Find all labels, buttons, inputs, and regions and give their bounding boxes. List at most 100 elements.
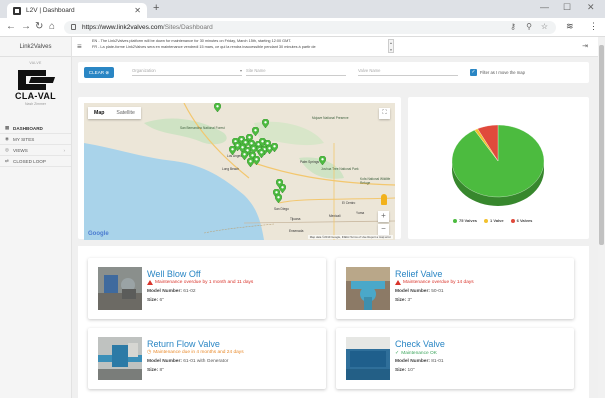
url-path: /Sites/Dashboard <box>162 24 213 31</box>
valve-marker-icon[interactable] <box>257 149 265 158</box>
sidebar-item-my-sites[interactable]: ◉ MY SITES <box>0 134 71 145</box>
chart-legend: 75 Valves 1 Valve 6 Valves <box>453 218 532 223</box>
size-value: 8" <box>159 368 164 373</box>
pegman-icon[interactable] <box>381 194 387 205</box>
valve-photo <box>346 337 390 380</box>
valve-name[interactable]: Return Flow Valve <box>147 339 220 349</box>
valve-marker-icon[interactable] <box>318 156 326 165</box>
valve-name[interactable]: Check Valve <box>395 339 445 349</box>
reload-icon[interactable]: ↻ <box>35 21 43 32</box>
new-tab-icon[interactable]: + <box>153 2 159 14</box>
fullscreen-icon[interactable]: ⛶ <box>379 108 390 119</box>
logo: VALVE CLA-VAL Nash Zimmer <box>4 61 67 123</box>
valve-marker-icon[interactable] <box>246 158 254 167</box>
sidebar-item-views[interactable]: ◎ VIEWS › <box>0 145 71 156</box>
chart-card: 75 Valves 1 Valve 6 Valves <box>408 97 589 239</box>
minimize-icon[interactable]: — <box>540 2 549 12</box>
valve-marker-icon[interactable] <box>275 179 283 188</box>
valve-marker-icon[interactable] <box>251 127 259 136</box>
valve-card[interactable]: Relief Valve Maintenance overdue by 14 d… <box>336 258 574 319</box>
model-label: Model Number: <box>147 359 182 364</box>
zoom-out-button[interactable]: − <box>378 224 389 235</box>
size-label: Size: <box>147 368 159 373</box>
organization-placeholder: Organization <box>132 68 156 73</box>
legend-item-2[interactable]: 6 Valves <box>510 218 532 223</box>
url-input[interactable]: https://www.link2valves.com/Sites/Dashbo… <box>64 21 556 34</box>
valve-name[interactable]: Relief Valve <box>395 269 442 279</box>
sidebar-menu: ▦ DASHBOARD ◉ MY SITES ◎ VIEWS › ⇄ CLOSED LOO… <box>0 123 71 167</box>
back-icon[interactable]: ← <box>6 21 16 32</box>
satellite-tab[interactable]: Satellite <box>110 107 140 119</box>
scrollbar-thumb[interactable] <box>599 45 604 245</box>
map-filter-checkbox[interactable]: ✓ <box>470 69 477 76</box>
map[interactable]: Mojave National Preserve San Bernardino … <box>84 103 395 240</box>
organization-select[interactable]: Organization ▾ <box>132 68 242 76</box>
browser-tab[interactable]: L2V | Dashboard ✕ <box>7 3 147 18</box>
valve-card[interactable]: Well Blow Off Maintenance overdue by 1 m… <box>88 258 326 319</box>
valve-marker-icon[interactable] <box>213 103 221 112</box>
star-icon[interactable]: ☆ <box>541 22 548 31</box>
map-label-mojave: Mojave National Preserve <box>312 116 349 120</box>
valve-card[interactable]: Return Flow Valve ◷ Maintenance due in 4 … <box>88 328 326 389</box>
sidebar-item-closed-loop[interactable]: ⇄ CLOSED LOOP <box>0 156 71 167</box>
home-icon[interactable]: ⌂ <box>49 21 55 32</box>
valve-photo <box>346 267 390 310</box>
site-name-input[interactable]: Site Name <box>246 68 346 76</box>
page-scrollbar[interactable] <box>598 37 605 398</box>
hamburger-icon[interactable]: ≡ <box>77 42 82 51</box>
extension-icon[interactable]: ≋ <box>566 21 574 32</box>
model-label: Model Number: <box>395 289 430 294</box>
size-value: 6" <box>159 298 164 303</box>
valve-marker-icon[interactable] <box>274 194 282 203</box>
map-label-sandiego: San Diego <box>274 207 289 211</box>
legend-item-0[interactable]: 75 Valves <box>453 218 477 223</box>
chevron-down-icon: ▾ <box>239 68 242 73</box>
valve-name[interactable]: Well Blow Off <box>147 269 201 279</box>
zoom-icon[interactable]: ⚲ <box>526 22 532 31</box>
close-circle-icon: ⊗ <box>105 69 110 75</box>
valve-marker-icon[interactable] <box>261 119 269 128</box>
key-icon[interactable]: ⚷ <box>510 22 516 31</box>
loop-icon: ⇄ <box>5 158 9 163</box>
map-label-joshuatree: Joshua Tree National Park <box>321 167 359 171</box>
legend-item-1[interactable]: 1 Valve <box>484 218 504 223</box>
model-value: 50-01 <box>431 289 444 294</box>
close-tab-icon[interactable]: ✕ <box>134 6 141 15</box>
pie-chart <box>451 124 545 206</box>
model-label: Model Number: <box>147 289 182 294</box>
map-type-control: Map Satellite <box>88 107 141 119</box>
maximize-icon[interactable]: ☐ <box>563 2 571 13</box>
notice-scroll[interactable]: ▲ ▼ <box>388 39 394 53</box>
valve-status-text: Maintenance overdue by 14 days <box>403 280 474 285</box>
clear-button[interactable]: CLEAR ⊗ <box>84 67 114 78</box>
valve-status-text: Maintenance due in 4 months and 24 days <box>153 350 244 355</box>
logo-sub: Nash Zimmer <box>24 102 46 106</box>
legend-dot-icon <box>484 218 489 223</box>
map-tab[interactable]: Map <box>88 107 110 119</box>
map-attribution[interactable]: Map data ©2019 Google, INEGI Terms of Us… <box>307 235 393 239</box>
forward-icon[interactable]: → <box>21 21 31 32</box>
warning-icon <box>147 280 153 285</box>
map-filter-label: Filter as I move the map <box>480 69 525 75</box>
map-label-mexicali: Mexicali <box>329 214 341 218</box>
valve-marker-icon[interactable] <box>270 143 278 152</box>
sites-icon: ◉ <box>5 136 9 141</box>
favicon-icon <box>13 6 21 15</box>
valve-size: Size: 10" <box>395 368 415 373</box>
map-terrain <box>84 103 395 240</box>
zoom-in-button[interactable]: + <box>378 211 389 222</box>
logout-icon[interactable]: ⇥ <box>582 42 588 50</box>
sidebar-item-dashboard[interactable]: ▦ DASHBOARD <box>0 123 71 134</box>
valve-name-input[interactable]: Valve Name <box>358 68 458 76</box>
browser-tabbar: L2V | Dashboard ✕ + — ☐ ✕ <box>0 0 605 18</box>
valve-marker-icon[interactable] <box>228 146 236 155</box>
valve-card[interactable]: Check Valve ✓ Maintenance OK Model Number… <box>336 328 574 389</box>
app: Link2Valves VALVE CLA-VAL Nash Zimmer ▦ D… <box>0 37 605 398</box>
valve-model: Model Number: 50-01 <box>395 289 444 294</box>
size-value: 10" <box>407 368 415 373</box>
close-window-icon[interactable]: ✕ <box>587 2 595 13</box>
dashboard-icon: ▦ <box>5 125 10 130</box>
menu-icon[interactable]: ⋮ <box>589 21 598 32</box>
map-label-tijuana: Tijuana <box>290 217 301 221</box>
maintenance-notice: EN - The Link2Valves platform will be do… <box>92 38 390 54</box>
